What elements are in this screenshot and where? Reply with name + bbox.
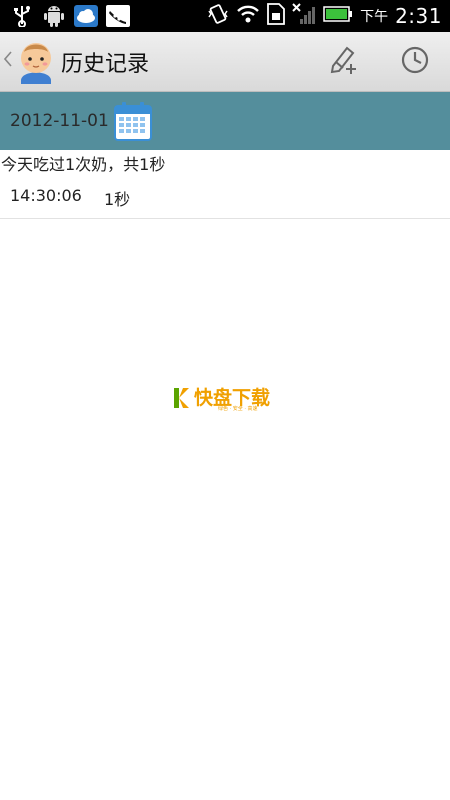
history-clock-button[interactable]	[397, 44, 433, 80]
clock-icon	[400, 45, 430, 79]
baby-avatar-icon[interactable]	[16, 38, 56, 84]
peapod-app-icon	[106, 4, 130, 28]
usb-icon	[10, 4, 34, 28]
record-time: 14:30:06	[10, 186, 82, 205]
feeding-summary: 今天吃过1次奶，共1秒	[1, 155, 166, 174]
time-period: 下午	[360, 9, 389, 25]
action-bar: 历史记录	[0, 32, 450, 92]
android-debug-icon	[42, 4, 66, 28]
system-icons: 下午 2:31	[207, 3, 442, 29]
edit-add-button[interactable]	[326, 44, 362, 80]
watermark-tagline: 绿色 · 安全 · 高速	[218, 406, 258, 412]
sim-icon	[267, 3, 285, 29]
status-bar: 下午 2:31	[0, 0, 450, 32]
page-title: 历史记录	[61, 52, 150, 77]
record-duration: 1秒	[104, 190, 131, 209]
calendar-icon[interactable]	[114, 101, 152, 141]
list-item[interactable]: 14:30:06 1秒	[0, 178, 450, 219]
back-chevron-icon[interactable]	[3, 51, 12, 72]
signal-icon	[292, 3, 316, 29]
watermark-logo: 快盘下载 绿色 · 安全 · 高速	[174, 386, 270, 412]
weather-icon	[74, 4, 98, 28]
vibrate-icon	[207, 3, 229, 29]
wifi-icon	[236, 4, 260, 28]
edit-add-icon	[329, 44, 359, 80]
notification-icons	[10, 4, 130, 28]
date-header[interactable]: 2012-11-01	[0, 92, 450, 150]
k-logo-icon	[174, 386, 190, 410]
clock-time: 2:31	[395, 4, 442, 28]
battery-icon	[323, 5, 353, 27]
date-label: 2012-11-01	[10, 111, 109, 131]
